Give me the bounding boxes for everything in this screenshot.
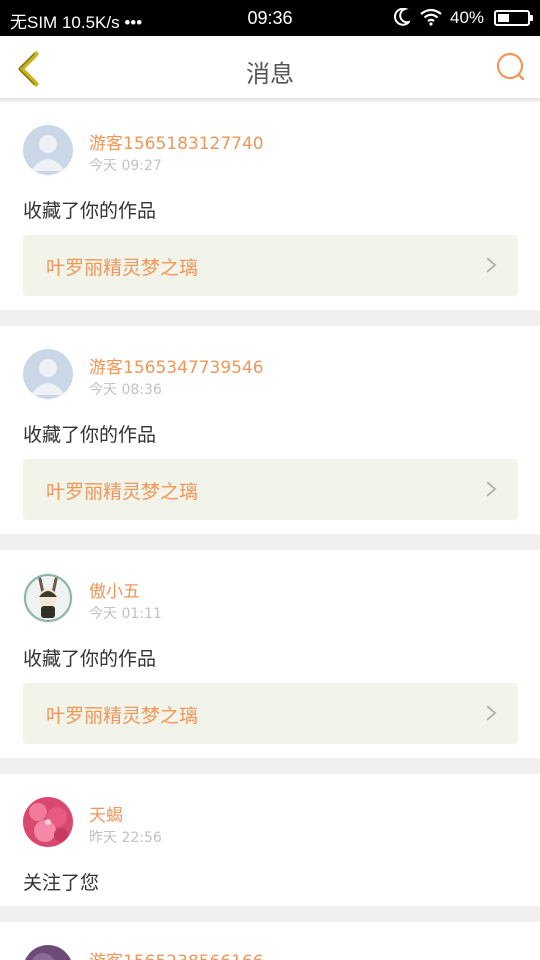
moon-icon (394, 8, 410, 26)
wifi-icon (420, 8, 442, 26)
battery-icon (494, 10, 533, 26)
nav-bar: 消息 (0, 36, 540, 100)
battery-percent: 40% (450, 8, 485, 27)
search-icon[interactable] (496, 52, 526, 82)
default-avatar-icon[interactable] (23, 125, 73, 175)
message-username[interactable]: 游客1565238566166 (89, 947, 264, 960)
message-time: 今天 08:36 (89, 382, 162, 398)
message-action: 关注了您 (23, 872, 100, 894)
status-bar: 无SIM 10.5K/s ••• 09:36 40% (0, 0, 540, 36)
message-card: 游客1565347739546 今天 08:36 收藏了你的作品 叶罗丽精灵梦之… (0, 326, 540, 534)
work-title: 叶罗丽精灵梦之璃 (46, 705, 199, 727)
message-time: 今天 09:27 (89, 158, 162, 174)
default-avatar-icon[interactable] (23, 349, 73, 399)
work-link[interactable]: 叶罗丽精灵梦之璃 (23, 683, 518, 744)
flower-avatar-icon[interactable] (23, 797, 73, 847)
message-list: 游客1565183127740 今天 09:27 收藏了你的作品 叶罗丽精灵梦之… (0, 102, 540, 960)
message-action: 收藏了你的作品 (23, 648, 157, 670)
work-title: 叶罗丽精灵梦之璃 (46, 257, 199, 279)
page-title: 消息 (246, 60, 294, 88)
message-card: 傲小五 今天 01:11 收藏了你的作品 叶罗丽精灵梦之璃 (0, 550, 540, 758)
doll-avatar-icon[interactable] (23, 573, 73, 623)
battery-level (498, 14, 509, 22)
purple-avatar-icon[interactable] (23, 945, 73, 960)
chevron-right-icon (486, 705, 497, 721)
message-card: 游客1565183127740 今天 09:27 收藏了你的作品 叶罗丽精灵梦之… (0, 102, 540, 310)
work-link[interactable]: 叶罗丽精灵梦之璃 (23, 235, 518, 296)
work-title: 叶罗丽精灵梦之璃 (46, 481, 199, 503)
message-username[interactable]: 游客1565183127740 (89, 129, 264, 154)
chevron-right-icon (486, 481, 497, 497)
message-username[interactable]: 游客1565347739546 (89, 353, 264, 378)
message-time: 昨天 22:56 (89, 830, 162, 846)
message-time: 今天 01:11 (89, 606, 162, 622)
message-username[interactable]: 傲小五 (89, 577, 140, 602)
message-action: 收藏了你的作品 (23, 424, 157, 446)
message-action: 收藏了你的作品 (23, 200, 157, 222)
message-card: 游客1565238566166 (0, 922, 540, 960)
message-username[interactable]: 天蝎 (89, 801, 123, 826)
work-link[interactable]: 叶罗丽精灵梦之璃 (23, 459, 518, 520)
chevron-right-icon (486, 257, 497, 273)
message-card: 天蝎 昨天 22:56 关注了您 (0, 774, 540, 906)
